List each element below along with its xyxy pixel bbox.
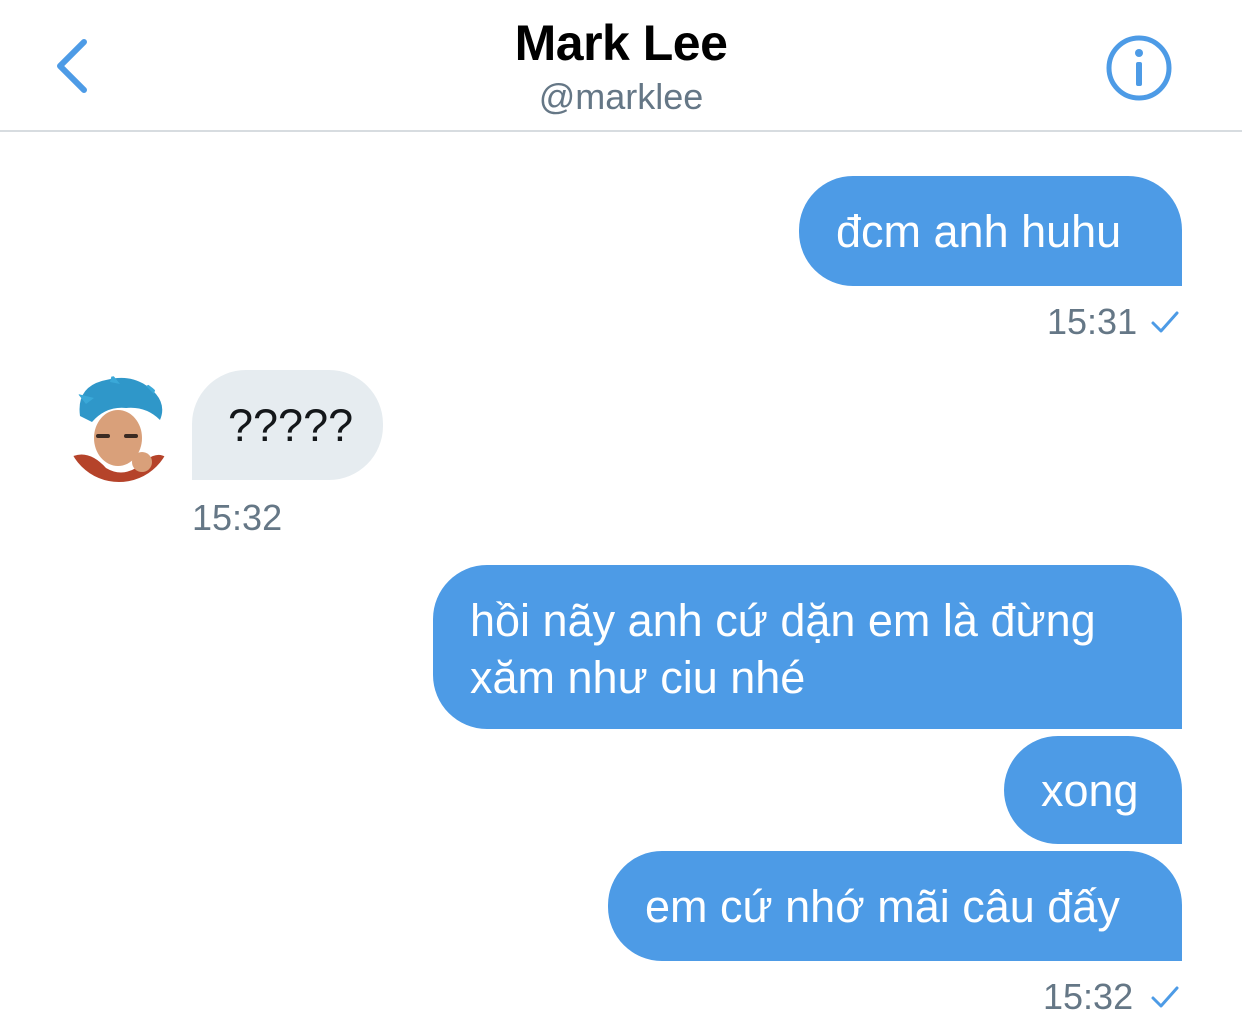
message-text: đcm anh huhu [836,206,1122,257]
message-text: xong [1041,765,1139,816]
message-bubble-sent[interactable]: em cứ nhớ mãi câu đấy [608,851,1182,961]
message-bubble-sent[interactable]: hồi nãy anh cứ dặn em là đừng xăm như ci… [433,565,1182,729]
message-text: em cứ nhớ mãi câu đấy [645,881,1120,932]
message-text-line: hồi nãy anh cứ dặn em là đừng [470,595,1096,646]
conversation-title: Mark Lee [514,15,728,71]
checkmark-icon [1151,311,1179,333]
message-bubble-sent[interactable]: xong [1004,736,1182,844]
info-icon [1106,35,1172,101]
message-bubble-received[interactable]: ????? [192,370,383,480]
message-text: ????? [228,400,354,451]
message-bubble-sent[interactable]: đcm anh huhu [799,176,1182,286]
info-button[interactable] [1104,33,1174,103]
message-text-line: xăm như ciu nhé [470,652,806,703]
checkmark-icon [1151,986,1179,1008]
avatar[interactable] [66,376,172,482]
message-timestamp: 15:32 [1043,976,1134,1017]
message-timestamp: 15:32 [192,497,283,538]
avatar-image [66,376,172,482]
dm-conversation-screen: Mark Lee @marklee đcm anh huhu 15:31 ???… [0,0,1242,1021]
conversation-handle: @marklee [538,76,704,117]
conversation-header: Mark Lee @marklee [0,0,1242,132]
message-timestamp: 15:31 [1047,301,1138,342]
